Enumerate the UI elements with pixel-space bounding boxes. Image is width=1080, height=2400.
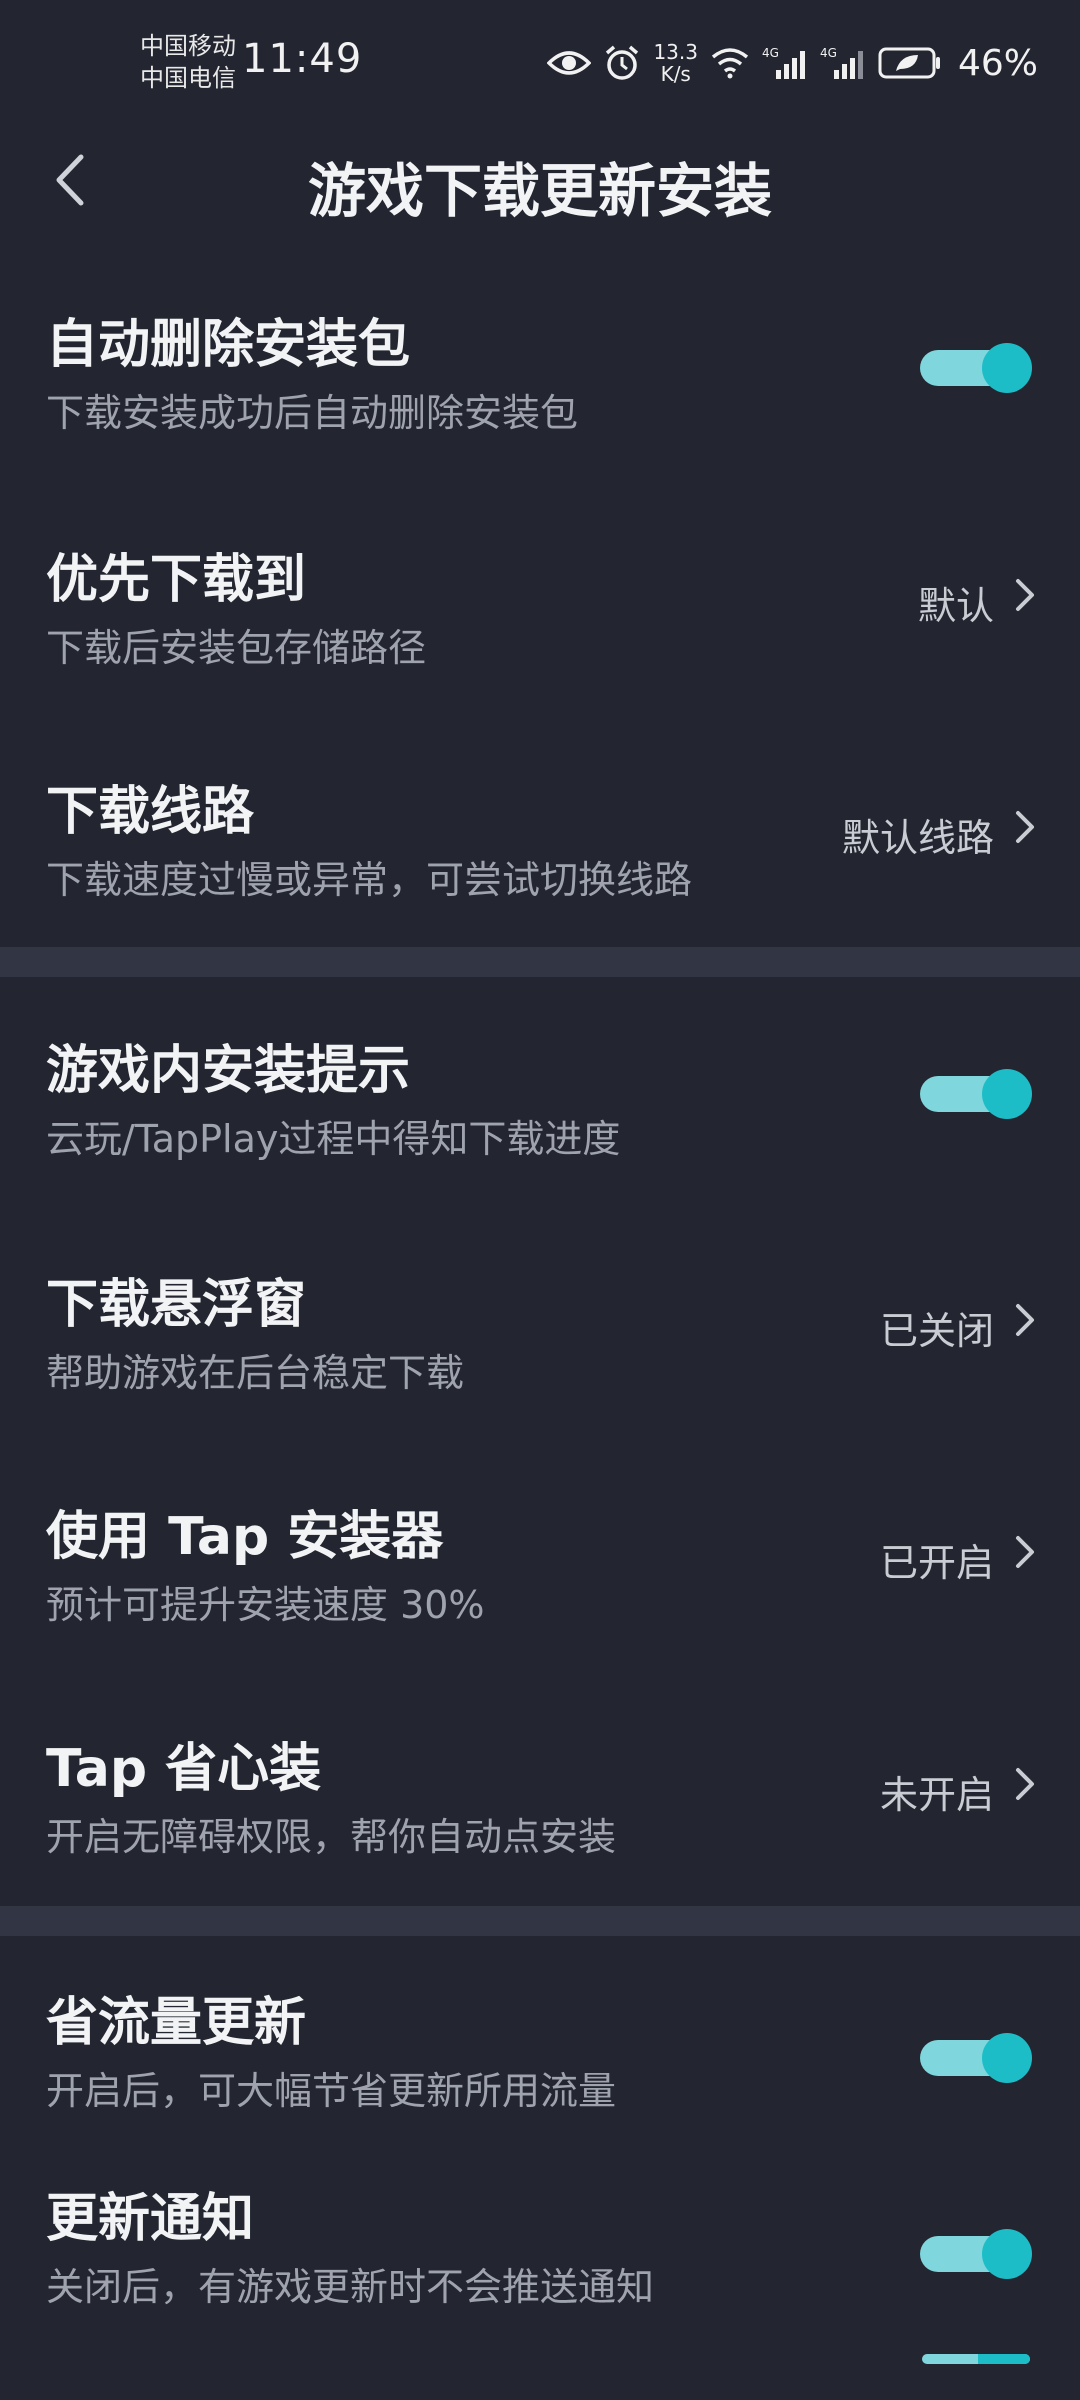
chevron-right-icon: [1016, 579, 1034, 611]
chevron-right-icon: [1016, 1304, 1034, 1336]
setting-subtitle: 关闭后，有游戏更新时不会推送通知: [46, 2265, 655, 2309]
setting-subtitle: 预计可提升安装速度 30%: [46, 1583, 485, 1627]
carrier-info: 中国移动 中国电信: [140, 30, 236, 94]
tap-easy-install-setting[interactable]: Tap 省心装 开启无障碍权限，帮你自动点安装 未开启: [0, 1714, 1080, 1894]
setting-subtitle: 开启后，可大幅节省更新所用流量: [46, 2069, 617, 2113]
setting-title: 自动删除安装包: [46, 315, 411, 375]
wifi-icon: [710, 47, 750, 79]
in-game-hint-setting[interactable]: 游戏内安装提示 云玩/TapPlay过程中得知下载进度: [0, 1016, 1080, 1196]
signal-1-label: 4G: [762, 46, 779, 60]
setting-subtitle: 云玩/TapPlay过程中得知下载进度: [46, 1117, 621, 1161]
net-speed: 13.3 K/s: [653, 41, 698, 85]
net-speed-value: 13.3: [653, 40, 698, 64]
download-route-setting[interactable]: 下载线路 下载速度过慢或异常，可尝试切换线路 默认线路: [0, 757, 1080, 937]
section-divider: [0, 1906, 1080, 1936]
in-game-hint-toggle[interactable]: [920, 1069, 1032, 1119]
floating-window-setting[interactable]: 下载悬浮窗 帮助游戏在后台稳定下载 已关闭: [0, 1250, 1080, 1430]
signal-icon: 4G: [820, 46, 866, 80]
alarm-icon: [603, 44, 641, 82]
carrier-1: 中国移动: [140, 32, 236, 60]
setting-subtitle: 下载安装成功后自动删除安装包: [46, 391, 579, 435]
tap-installer-setting[interactable]: 使用 Tap 安装器 预计可提升安装速度 30% 已开启: [0, 1482, 1080, 1662]
settings-screen: 中国移动 中国电信 11:49 13.3 K/s 4G 4G 46% 游戏下载更…: [0, 0, 1080, 2400]
eye-icon: [547, 48, 592, 78]
chevron-right-icon: [1016, 1768, 1034, 1800]
section-divider: [0, 947, 1080, 977]
setting-value: 已开启: [879, 1541, 994, 1585]
setting-title: 游戏内安装提示: [46, 1041, 411, 1101]
save-data-update-setting[interactable]: 省流量更新 开启后，可大幅节省更新所用流量: [0, 1968, 1080, 2138]
setting-subtitle: 帮助游戏在后台稳定下载: [46, 1351, 465, 1395]
chevron-right-icon: [1016, 811, 1034, 843]
net-speed-unit: K/s: [660, 62, 691, 86]
save-data-update-toggle[interactable]: [920, 2033, 1032, 2083]
setting-value: 默认: [917, 584, 994, 628]
signal-icon: 4G: [762, 46, 808, 80]
page-title: 游戏下载更新安装: [307, 157, 772, 225]
battery-icon: [878, 46, 942, 80]
setting-title: 下载线路: [46, 782, 255, 842]
setting-title: Tap 省心装: [46, 1739, 322, 1799]
signal-2-label: 4G: [820, 46, 837, 60]
auto-delete-setting[interactable]: 自动删除安装包 下载安装成功后自动删除安装包: [0, 290, 1080, 470]
setting-title: 优先下载到: [46, 550, 307, 610]
partial-toggle[interactable]: [922, 2354, 1030, 2364]
update-notification-setting[interactable]: 更新通知 关闭后，有游戏更新时不会推送通知: [0, 2164, 1080, 2334]
setting-subtitle: 开启无障碍权限，帮你自动点安装: [46, 1815, 617, 1859]
setting-value: 默认线路: [841, 816, 994, 860]
carrier-2: 中国电信: [140, 64, 236, 92]
status-time: 11:49: [242, 36, 363, 82]
status-icons: 13.3 K/s 4G 4G 46%: [547, 38, 1038, 88]
setting-value: 已关闭: [879, 1309, 994, 1353]
chevron-right-icon: [1016, 1536, 1034, 1568]
setting-title: 更新通知: [46, 2189, 255, 2249]
update-notification-toggle[interactable]: [920, 2229, 1032, 2279]
download-location-setting[interactable]: 优先下载到 下载后安装包存储路径 默认: [0, 525, 1080, 705]
setting-subtitle: 下载后安装包存储路径: [46, 626, 427, 670]
setting-title: 省流量更新: [46, 1993, 307, 2053]
setting-value: 未开启: [879, 1773, 994, 1817]
status-bar: 中国移动 中国电信 11:49 13.3 K/s 4G 4G 46%: [0, 0, 1080, 130]
auto-delete-toggle[interactable]: [920, 343, 1032, 393]
page-header: 游戏下载更新安装: [0, 130, 1080, 230]
setting-title: 使用 Tap 安装器: [46, 1507, 444, 1567]
setting-title: 下载悬浮窗: [46, 1275, 307, 1335]
battery-percent: 46%: [957, 42, 1038, 84]
setting-subtitle: 下载速度过慢或异常，可尝试切换线路: [46, 858, 693, 902]
